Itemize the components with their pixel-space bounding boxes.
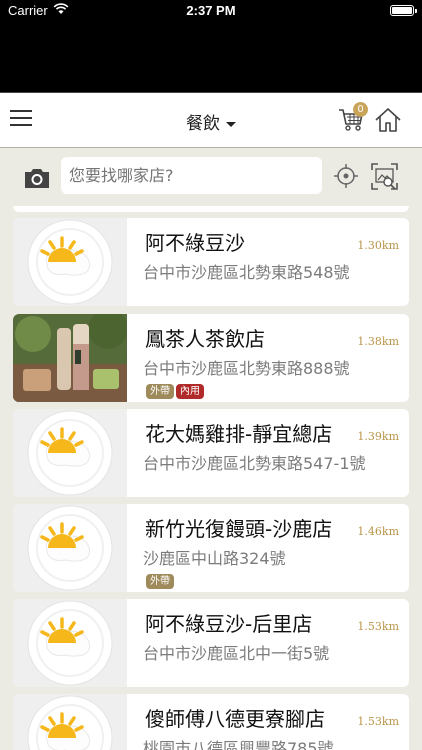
search-input[interactable] [61,157,322,194]
search-bar [0,148,422,206]
store-distance: 1.38km [357,335,399,348]
store-card[interactable]: 花大媽雞排-靜宜總店 1.39km 台中市沙鹿區北勢東路547-1號 [13,409,409,497]
store-name: 阿不綠豆沙-后里店 [145,612,313,636]
egg-plate-image [13,504,127,592]
takeout-tag: 外帶 [146,384,174,399]
store-thumbnail [13,599,127,687]
store-tags: 外帶 [146,569,176,589]
store-name: 花大媽雞排-靜宜總店 [145,422,333,446]
egg-plate-image [13,218,127,306]
category-title: 餐飲 [186,114,220,134]
dine-in-tag: 內用 [176,384,204,399]
store-card[interactable]: 鳳茶人茶飲店 1.38km 台中市沙鹿區北勢東路888號 外帶 內用 [13,314,409,402]
store-distance: 1.30km [357,239,399,252]
store-thumbnail [13,504,127,592]
store-name: 鳳茶人茶飲店 [145,327,265,351]
egg-plate-image [13,599,127,687]
store-address: 台中市沙鹿區北勢東路888號 [143,359,350,378]
store-name: 傻師傅八德更寮腳店 [145,707,325,731]
caret-down-icon [226,121,236,127]
egg-plate-image [13,409,127,497]
store-list: 阿不綠豆沙 1.30km 台中市沙鹿區北勢東路548號鳳茶人茶飲店 1.38km 台中市… [0,206,422,750]
store-name: 新竹光復饅頭-沙鹿店 [145,517,333,541]
store-tags: 外帶 內用 [146,379,206,399]
store-distance: 1.39km [357,430,399,443]
nav-bar: 餐飲 [0,92,422,148]
list-item-partial [13,206,409,212]
store-address: 台中市沙鹿區北中一街5號 [143,644,330,663]
battery-icon [390,5,417,16]
camera-icon[interactable] [23,167,51,189]
store-distance: 1.53km [357,620,399,633]
store-card[interactable]: 新竹光復饅頭-沙鹿店 1.46km 沙鹿區中山路324號外帶 [13,504,409,592]
store-thumbnail [13,409,127,497]
store-distance: 1.46km [357,525,399,538]
store-distance: 1.53km [357,715,399,728]
cart-count-badge: 0 [353,102,368,117]
store-thumbnail [13,694,127,750]
egg-plate-image [13,694,127,750]
status-bar: Carrier 2:37 PM [0,0,422,92]
store-address: 台中市沙鹿區北勢東路547-1號 [143,454,366,473]
store-thumbnail [13,314,128,402]
store-name: 阿不綠豆沙 [145,231,245,255]
drink-photo-image [13,314,128,402]
store-address: 台中市沙鹿區北勢東路548號 [143,263,350,282]
store-address: 桃園市八德區興豐路785號 [143,739,334,750]
clock: 2:37 PM [186,3,236,18]
locate-icon[interactable] [334,164,358,188]
store-card[interactable]: 阿不綠豆沙 1.30km 台中市沙鹿區北勢東路548號 [13,218,409,306]
image-search-icon[interactable] [370,162,399,191]
takeout-tag: 外帶 [146,574,174,589]
home-icon[interactable] [374,107,402,133]
store-card[interactable]: 阿不綠豆沙-后里店 1.53km 台中市沙鹿區北中一街5號 [13,599,409,687]
store-address: 沙鹿區中山路324號 [143,549,286,568]
store-card[interactable]: 傻師傅八德更寮腳店 1.53km 桃園市八德區興豐路785號 [13,694,409,750]
store-thumbnail [13,218,127,306]
